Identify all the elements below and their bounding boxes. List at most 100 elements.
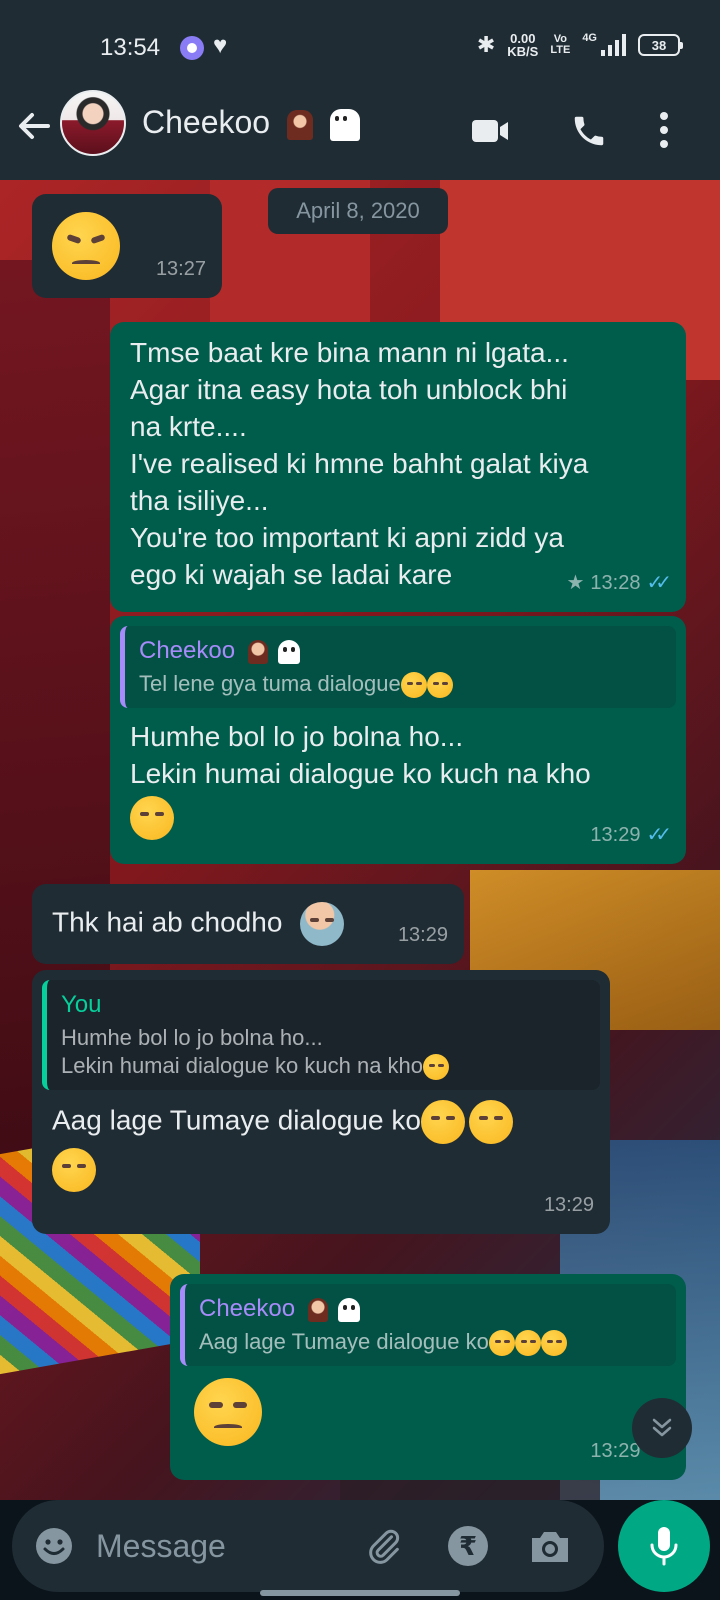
message-time: 13:28 (590, 572, 641, 594)
network-type: 4G (582, 32, 597, 44)
confused-face-emoji-icon (194, 1378, 262, 1447)
camera-icon[interactable] (528, 1526, 572, 1566)
read-ticks-icon: ✓✓ (646, 824, 671, 846)
status-bar: 13:54 ♥ ✱ 0.00 KB/S Vo LTE 4G 38 (0, 0, 720, 92)
status-indicators: ✱ 0.00 KB/S Vo LTE 4G 38 (476, 32, 683, 58)
message-input[interactable]: Message (96, 1528, 226, 1565)
unamused-face-emoji-icon (423, 1054, 450, 1081)
message-outgoing[interactable]: Cheekoo Aag lage Tumaye dialogue ko 13:2… (170, 1274, 686, 1480)
message-line: You're too important ki apni zidd ya (130, 522, 564, 553)
message-outgoing[interactable]: Cheekoo Tel lene gya tuma dialogue Humhe… (110, 616, 686, 864)
quoted-sender: Cheekoo (139, 636, 662, 666)
back-arrow-icon[interactable] (14, 106, 54, 146)
unamused-face-emoji-icon (130, 796, 174, 841)
battery-level: 38 (651, 37, 667, 53)
unamused-face-emoji-icon (468, 1100, 513, 1145)
microphone-icon (650, 1527, 678, 1566)
message-line: Humhe bol lo jo bolna ho... (130, 721, 464, 753)
contact-avatar[interactable] (60, 90, 126, 156)
message-text: Tmse baat kre bina mann ni lgata... Agar… (130, 334, 668, 593)
ghost-emoji-icon (329, 108, 360, 141)
volte-bottom: LTE (550, 44, 571, 56)
woman-emoji-icon (247, 639, 268, 664)
ghost-emoji-icon (278, 639, 301, 664)
unamused-face-emoji-icon (426, 672, 453, 699)
attach-icon[interactable] (364, 1524, 404, 1568)
message-line: na krte.... (130, 411, 247, 442)
network-speed-unit: KB/S (507, 44, 539, 59)
woman-emoji-icon (307, 1297, 328, 1322)
message-meta: ★ 13:28 ✓✓ (566, 565, 671, 602)
message-line: I've realised ki hmne bahht galat kiya (130, 448, 589, 479)
read-ticks-icon: ✓✓ (646, 572, 671, 594)
app-notification-icon (180, 36, 204, 60)
woman-emoji-icon (286, 109, 313, 140)
contact-name: Cheekoo (142, 104, 271, 140)
chat-area[interactable]: April 8, 2020 13:27 Tmse baat kre bina m… (0, 180, 720, 1500)
emoji-icon[interactable] (34, 1526, 74, 1566)
unamused-face-emoji-icon (400, 672, 427, 699)
message-incoming[interactable]: 13:27 (32, 194, 222, 298)
message-time: 13:29 (590, 824, 641, 846)
signal-strength-icon (601, 34, 626, 56)
health-app-icon: ♥ (213, 32, 228, 59)
message-meta: 13:29 ✓✓ (590, 817, 671, 854)
ghost-emoji-icon (338, 1297, 361, 1322)
more-options-icon[interactable] (658, 110, 670, 150)
voice-record-button[interactable] (618, 1500, 710, 1592)
message-text: Thk hai ab chodho (52, 906, 283, 938)
gesture-nav-bar[interactable] (260, 1590, 460, 1596)
unamused-face-emoji-icon (514, 1330, 541, 1357)
bluetooth-icon: ✱ (476, 32, 496, 57)
chat-header: Cheekoo (0, 90, 720, 180)
quoted-message[interactable]: You Humhe bol lo jo bolna ho... Lekin hu… (42, 980, 600, 1091)
quoted-sender-name: You (61, 991, 102, 1018)
voice-call-icon[interactable] (570, 112, 608, 150)
quoted-sender-name: Cheekoo (199, 1295, 296, 1322)
message-outgoing[interactable]: Tmse baat kre bina mann ni lgata... Agar… (110, 322, 686, 612)
message-meta: 13:29 (544, 1187, 594, 1224)
quoted-text-line: Humhe bol lo jo bolna ho... (61, 1025, 323, 1050)
message-time: 13:29 (543, 1194, 594, 1216)
volte-indicator: Vo LTE (550, 34, 570, 56)
contact-name-area[interactable]: Cheekoo (142, 104, 360, 141)
message-incoming[interactable]: Thk hai ab chodho 13:29 (32, 884, 464, 964)
date-separator: April 8, 2020 (268, 188, 448, 234)
quoted-message[interactable]: Cheekoo Aag lage Tumaye dialogue ko (180, 1284, 676, 1367)
quoted-sender: Cheekoo (199, 1294, 662, 1324)
message-meta: 13:27 (156, 251, 206, 288)
message-incoming[interactable]: You Humhe bol lo jo bolna ho... Lekin hu… (32, 970, 610, 1234)
unamused-face-emoji-icon (540, 1330, 567, 1357)
message-input-bar: Message ₹ (0, 1500, 720, 1600)
message-line: Aag lage Tumaye dialogue ko (52, 1104, 421, 1136)
message-text: Aag lage Tumaye dialogue ko (42, 1100, 600, 1193)
message-meta: 13:29 (398, 917, 448, 954)
unamused-face-emoji-icon (420, 1100, 465, 1145)
unamused-face-emoji-icon (52, 1148, 96, 1193)
scroll-to-bottom-button[interactable] (632, 1398, 692, 1458)
video-call-icon[interactable] (470, 116, 510, 146)
angry-face-emoji-icon (52, 212, 120, 280)
quoted-text: Tel lene gya tuma dialogue (139, 670, 662, 699)
message-line: tha isiliye... (130, 485, 269, 516)
quoted-text-content: Tel lene gya tuma dialogue (139, 671, 401, 696)
unamused-face-emoji-icon (488, 1330, 515, 1357)
message-line: Agar itna easy hota toh unblock bhi (130, 374, 568, 405)
quoted-sender-name: Cheekoo (139, 637, 236, 664)
quoted-text: Aag lage Tumaye dialogue ko (199, 1328, 662, 1357)
quoted-text-content: Aag lage Tumaye dialogue ko (199, 1329, 489, 1354)
message-line: Lekin humai dialogue ko kuch na kho (130, 758, 591, 790)
double-chevron-down-icon (652, 1418, 672, 1437)
quoted-message[interactable]: Cheekoo Tel lene gya tuma dialogue (120, 626, 676, 709)
message-time: 13:27 (155, 258, 206, 280)
quoted-text-line-wrap: Lekin humai dialogue ko kuch na kho (61, 1052, 586, 1081)
network-speed: 0.00 KB/S (507, 32, 538, 58)
message-input-container[interactable]: Message ₹ (12, 1500, 604, 1592)
payment-rupee-icon[interactable]: ₹ (448, 1526, 488, 1566)
message-time: 13:29 (397, 924, 448, 946)
message-line: Tmse baat kre bina mann ni lgata... (130, 337, 569, 368)
status-time: 13:54 (100, 34, 161, 61)
starred-icon: ★ (566, 572, 585, 594)
battery-icon: 38 (638, 34, 683, 56)
quoted-text-line: Lekin humai dialogue ko kuch na kho (61, 1053, 424, 1078)
